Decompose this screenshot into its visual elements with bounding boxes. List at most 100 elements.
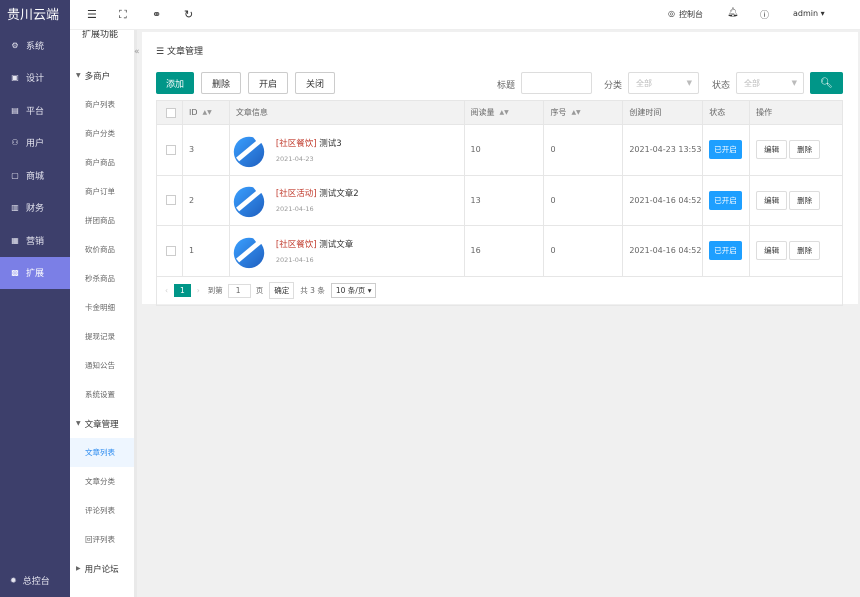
cell-views: 13 [465,175,545,225]
console-button[interactable]: 控制台 [679,9,703,20]
search-icon: 🔍︎ [820,77,833,89]
cell-order: 0 [544,175,624,225]
article-thumbnail [233,136,267,167]
sidebar-item[interactable]: 砍价商品 [70,235,134,264]
article-date: 2021-04-16 [275,255,314,264]
prev-page-icon[interactable]: ‹ [165,286,168,295]
row-delete-button[interactable]: 删除 [789,140,821,160]
page-size-select[interactable]: 10 条/页 ▾ [330,283,377,298]
sidebar-item[interactable]: 拼团商品 [70,206,134,235]
category-filter-select[interactable]: 全部 ▼ [628,72,699,94]
refresh-icon[interactable]: ↻ [184,8,193,21]
select-all-checkbox[interactable] [166,107,176,118]
category-filter-label: 分类 [604,81,623,91]
article-title[interactable]: [社区餐饮] 测试文章 [276,238,353,250]
row-select-cell [157,125,183,175]
sidebar-item[interactable]: 商户分类 [70,119,134,148]
title-filter-input[interactable] [521,72,592,94]
sidebar-item[interactable]: 商户列表 [70,90,134,119]
delete-button[interactable]: 删除 [201,72,241,94]
search-button[interactable]: 🔍︎ [810,72,843,94]
collapse-icon[interactable]: « [134,47,140,57]
console-link[interactable]: ✹ 总控台 [10,574,50,587]
primary-sidebar: 贵川云端 ⚙ 系统 ▣ 设计 ▤ 平台 ⚇ 用户 ▢ 商城 ▥ 财务 ▦ 营销 ▩ 扩展 ✹ 总控… [0,0,70,597]
article-title[interactable]: [社区活动] 测试文章2 [276,187,359,199]
article-title-text: 测试文章 [319,239,354,250]
nav-item-extend[interactable]: ▩ 扩展 [0,256,70,289]
select-all-cell [157,101,183,124]
user-menu[interactable]: admin ▾ [793,9,825,18]
status-filter-select[interactable]: 全部 ▼ [736,72,804,94]
username: admin [793,9,819,18]
sidebar-item[interactable]: 通知公告 [70,351,134,380]
article-title-text: 测试3 [319,138,342,149]
link-icon[interactable]: ⚭ [152,8,161,21]
user-icon: ⚇ [11,138,19,148]
bell-icon[interactable]: 🔔︎ [727,8,738,18]
brand-logo: 贵川云端 [7,8,60,23]
disable-button[interactable]: 关闭 [295,72,335,94]
nav-item-platform[interactable]: ▤ 平台 [0,94,70,127]
finance-icon: ▥ [11,203,19,213]
nav-item-marketing[interactable]: ▦ 营销 [0,224,70,257]
edit-button[interactable]: 编辑 [756,190,788,210]
edit-button[interactable]: 编辑 [756,241,788,261]
edit-button[interactable]: 编辑 [756,140,788,160]
row-checkbox[interactable] [166,245,176,256]
group-merchant[interactable]: ▼ 多商户 [70,61,134,90]
sidebar-item[interactable]: 卡金明细 [70,293,134,322]
sidebar-item[interactable]: 系统设置 [70,380,134,409]
header-id[interactable]: ID ▲▼ [183,101,230,124]
enable-button[interactable]: 开启 [248,72,288,94]
nav-item-system[interactable]: ⚙ 系统 [0,29,70,62]
status-toggle[interactable]: 已开启 [709,190,742,210]
nav-item-shop[interactable]: ▢ 商城 [0,159,70,192]
help-icon[interactable]: ⓘ [760,8,769,21]
sidebar-item[interactable]: 回评列表 [70,525,134,554]
row-delete-button[interactable]: 删除 [789,190,821,210]
sidebar-item-article-list[interactable]: 文章列表 [70,438,134,467]
row-delete-button[interactable]: 删除 [789,241,821,261]
sidebar-item[interactable]: 评论列表 [70,496,134,525]
sidebar-item[interactable]: 秒杀商品 [70,264,134,293]
menu-icon[interactable]: ☰ [87,8,97,21]
goto-confirm-button[interactable]: 确定 [269,282,295,299]
page-title: ☰ 文章管理 [156,44,203,57]
sidebar-item[interactable]: 商户商品 [70,148,134,177]
row-checkbox[interactable] [166,195,176,206]
header-created: 创建时间 [623,101,704,124]
pagination: ‹ 1 › 到第 1 页 确定 共 3 条 10 条/页 ▾ [157,277,842,305]
gear-icon: ⚙ [11,40,19,50]
sidebar-item[interactable]: 提现记录 [70,322,134,351]
total-count: 共 3 条 [300,286,325,295]
next-page-icon[interactable]: › [197,286,200,295]
marketing-icon: ▦ [11,235,19,245]
chevron-down-icon: ▼ [686,79,692,87]
article-title[interactable]: [社区餐饮] 测试3 [276,137,342,149]
header-views[interactable]: 阅读量 ▲▼ [465,101,545,124]
platform-icon: ▤ [11,105,19,115]
status-filter-label: 状态 [712,81,731,91]
nav-item-design[interactable]: ▣ 设计 [0,62,70,95]
nav-item-finance[interactable]: ▥ 财务 [0,192,70,225]
current-page[interactable]: 1 [174,284,191,297]
group-forum[interactable]: ▶ 用户论坛 [70,554,134,583]
row-checkbox[interactable] [166,144,176,155]
group-label: 用户论坛 [84,564,119,575]
cell-article: [社区餐饮] 测试文章 2021-04-16 [230,226,465,276]
goto-page-input[interactable]: 1 [227,283,251,298]
primary-nav: ⚙ 系统 ▣ 设计 ▤ 平台 ⚇ 用户 ▢ 商城 ▥ 财务 ▦ 营销 ▩ 扩展 [0,29,70,289]
sidebar-item[interactable]: 商户订单 [70,177,134,206]
nav-item-user[interactable]: ⚇ 用户 [0,127,70,160]
article-thumbnail [233,237,267,268]
add-button[interactable]: 添加 [156,72,194,94]
fullscreen-icon[interactable]: ⛶ [119,8,127,22]
header-order[interactable]: 序号 ▲▼ [544,101,624,124]
status-toggle[interactable]: 已开启 [709,140,742,160]
group-article[interactable]: ▼ 文章管理 [70,409,134,438]
status-toggle[interactable]: 已开启 [709,241,742,261]
group-label: 多商户 [84,71,111,82]
nav-label: 财务 [26,204,45,215]
sidebar-item[interactable]: 文章分类 [70,467,134,496]
page-unit: 页 [255,286,264,295]
